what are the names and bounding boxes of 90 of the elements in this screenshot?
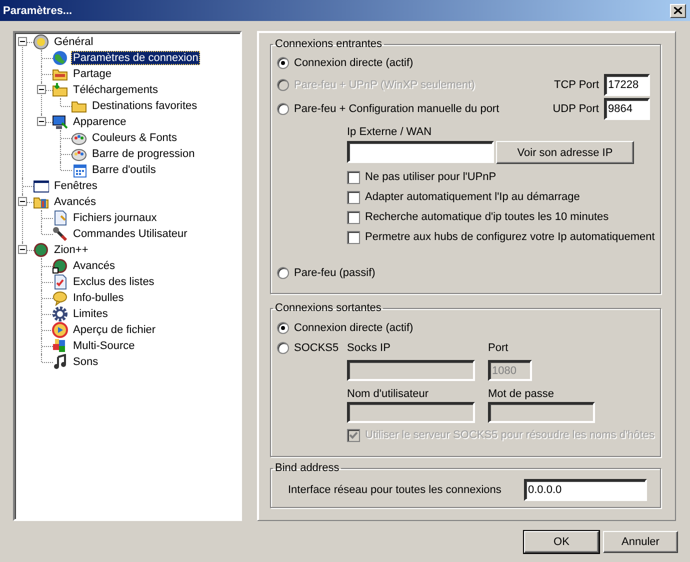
- music-icon: [52, 354, 68, 370]
- blocks-icon: [52, 338, 68, 354]
- checkbox[interactable]: [347, 190, 360, 204]
- tree-item[interactable]: Barre d'outils: [90, 163, 158, 177]
- checkbox-label[interactable]: Ne pas utiliser pour l'UPnP: [365, 171, 496, 183]
- tree-item[interactable]: Sons: [71, 355, 100, 369]
- disc-icon: [33, 242, 49, 258]
- radio-label[interactable]: Pare-feu (passif): [294, 267, 376, 279]
- play-icon: [52, 322, 68, 338]
- radio-label[interactable]: Connexion directe (actif): [294, 322, 414, 334]
- radio-button[interactable]: [277, 57, 289, 69]
- window-icon: [33, 178, 49, 194]
- field-label: Nom d'utilisateur: [347, 388, 429, 400]
- field-label: Interface réseau pour toutes les connexions: [288, 484, 502, 496]
- checkbox-label[interactable]: Adapter automatiquement l'Ip au démarrage: [365, 191, 580, 203]
- folder-icon: [52, 82, 68, 98]
- tree-item[interactable]: Apparence: [71, 115, 128, 129]
- minus-icon: [38, 86, 45, 93]
- speech-bubble-icon: [52, 290, 68, 306]
- radio-label[interactable]: Pare-feu + Configuration manuelle du port: [294, 103, 500, 115]
- dialog-button[interactable]: Annuler: [603, 531, 678, 553]
- disc-icon: [33, 34, 49, 50]
- wrench-icon: [52, 226, 68, 242]
- checkbox-label[interactable]: Permetre aux hubs de configurez votre Ip automatiquement: [365, 231, 655, 243]
- checkbox[interactable]: [347, 230, 360, 244]
- tree-item[interactable]: Barre de progression: [90, 147, 197, 161]
- group-title: Connexions entrantes: [274, 38, 384, 50]
- field-label: Ip Externe / WAN: [347, 125, 432, 139]
- address-field[interactable]: 0.0.0.0: [524, 479, 647, 501]
- palette-icon: [71, 130, 87, 146]
- tree-item[interactable]: Paramètres de connexion: [71, 51, 200, 65]
- radio-button[interactable]: [277, 342, 289, 354]
- minus-icon: [38, 118, 45, 125]
- collapse-toggle[interactable]: [37, 117, 46, 126]
- group-title: Bind address: [274, 462, 340, 474]
- document-icon: [52, 210, 68, 226]
- checkbox[interactable]: [347, 210, 360, 224]
- radio-button[interactable]: [277, 322, 289, 334]
- monitor-icon: [52, 114, 68, 130]
- tree-item[interactable]: Multi-Source: [71, 339, 137, 353]
- palette-icon: [71, 146, 87, 162]
- field-label: Socks IP: [347, 342, 390, 354]
- radio-button[interactable]: [277, 103, 289, 115]
- checkbox-label[interactable]: Recherche automatique d'ip toutes les 10 minutes: [365, 211, 609, 223]
- globe-icon: [52, 50, 68, 66]
- port-field[interactable]: 9864: [604, 98, 650, 120]
- window-title: Paramètres...: [3, 4, 72, 16]
- tree-item[interactable]: Aperçu de fichier: [71, 323, 158, 337]
- show-ip-button[interactable]: Voir son adresse IP: [496, 141, 634, 164]
- grid-icon: [71, 162, 87, 178]
- collapse-toggle[interactable]: [18, 197, 27, 206]
- field-label: Mot de passe: [488, 388, 554, 400]
- tree-item[interactable]: Général: [52, 35, 96, 49]
- radio-button[interactable]: [277, 267, 289, 279]
- radio-label[interactable]: Connexion directe (actif): [294, 57, 414, 69]
- group-title: Connexions sortantes: [274, 302, 382, 314]
- collapse-toggle[interactable]: [37, 85, 46, 94]
- tree-item[interactable]: Fenêtres: [52, 179, 100, 193]
- tree-item[interactable]: Fichiers journaux: [71, 211, 159, 225]
- tree-item[interactable]: Avancés: [71, 259, 117, 273]
- tree-item[interactable]: Avancés: [52, 195, 98, 209]
- collapse-toggle[interactable]: [18, 37, 27, 46]
- minus-icon: [19, 198, 26, 205]
- tree-item[interactable]: Partage: [71, 67, 114, 81]
- port-field[interactable]: 17228: [604, 74, 650, 96]
- tree-item[interactable]: Info-bulles: [71, 291, 126, 305]
- tree-item[interactable]: Téléchargements: [71, 83, 160, 97]
- checkmark-icon: [349, 430, 358, 440]
- tree-item[interactable]: Destinations favorites: [90, 99, 200, 113]
- field-label: Port: [488, 342, 508, 354]
- tree-item[interactable]: Couleurs & Fonts: [90, 131, 179, 145]
- ip-field[interactable]: [347, 141, 494, 163]
- radio-label[interactable]: SOCKS5: [294, 342, 339, 354]
- tree-item[interactable]: Exclus des listes: [71, 275, 156, 289]
- disc-icon: [52, 258, 68, 274]
- close-icon: [674, 7, 682, 14]
- checklist-icon: [52, 274, 68, 290]
- minus-icon: [19, 246, 26, 253]
- gear-icon: [52, 306, 68, 322]
- tree-item[interactable]: Zion++: [52, 243, 90, 257]
- collapse-toggle[interactable]: [18, 245, 27, 254]
- dialog-button[interactable]: OK: [524, 531, 599, 553]
- tree-item[interactable]: Commandes Utilisateur: [71, 227, 190, 241]
- minus-icon: [19, 38, 26, 45]
- checkbox[interactable]: [347, 428, 360, 442]
- field-label: TCP Port: [554, 79, 599, 91]
- checkbox[interactable]: [347, 170, 360, 184]
- close-button[interactable]: [670, 4, 686, 18]
- tree-item[interactable]: Limites: [71, 307, 110, 321]
- field-label: UDP Port: [552, 103, 599, 115]
